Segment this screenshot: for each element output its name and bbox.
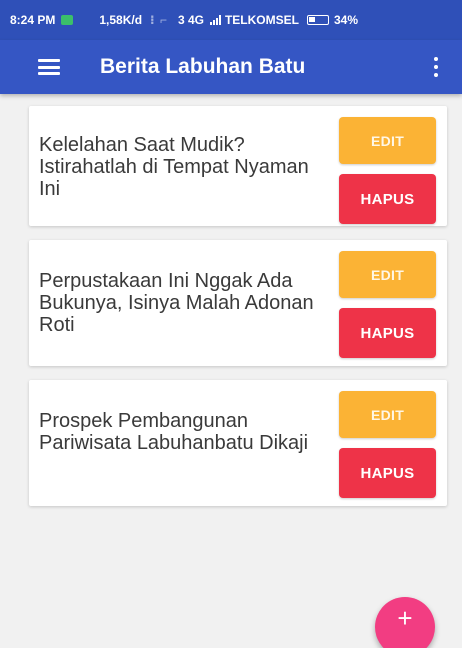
battery-icon <box>306 15 329 25</box>
notification-icon <box>61 15 74 25</box>
signal-icon <box>209 15 221 25</box>
delete-button[interactable]: HAPUS <box>339 308 436 358</box>
battery-percent: 34% <box>333 13 358 27</box>
add-icon: + <box>397 602 413 633</box>
add-news-button[interactable]: + <box>375 597 435 648</box>
news-card: Kelelahan Saat Mudik? Istirahatlah di Te… <box>29 106 447 226</box>
edit-button[interactable]: EDIT <box>339 251 436 298</box>
app-title: Berita Labuhan Batu <box>100 55 306 78</box>
news-title: Perpustakaan Ini Nggak Ada Bukunya, Isin… <box>39 270 314 336</box>
status-speed: 1,58K/d <box>99 13 143 27</box>
status-carrier: TELKOMSEL <box>224 13 299 27</box>
app-bar: Berita Labuhan Batu <box>0 40 462 94</box>
news-title: Kelelahan Saat Mudik? Istirahatlah di Te… <box>39 134 309 200</box>
news-card: Perpustakaan Ini Nggak Ada Bukunya, Isin… <box>29 240 447 366</box>
status-time: 8:24 PM <box>10 13 56 27</box>
more-vert-icon[interactable] <box>434 57 438 77</box>
status-network: 3 4G <box>177 13 204 27</box>
news-title: Prospek Pembangunan Pariwisata Labuhanba… <box>39 410 309 454</box>
edit-button[interactable]: EDIT <box>339 391 436 438</box>
news-card: Prospek Pembangunan Pariwisata Labuhanba… <box>29 380 447 506</box>
status-misc-icons: ⁝ ⌐ <box>150 13 168 27</box>
delete-button[interactable]: HAPUS <box>339 448 436 498</box>
edit-button[interactable]: EDIT <box>339 117 436 164</box>
menu-icon[interactable] <box>38 59 60 75</box>
delete-button[interactable]: HAPUS <box>339 174 436 224</box>
status-bar: 8:24 PM 1,58K/d ⁝ ⌐ 3 4G TELKOMSEL 34% <box>0 0 462 40</box>
